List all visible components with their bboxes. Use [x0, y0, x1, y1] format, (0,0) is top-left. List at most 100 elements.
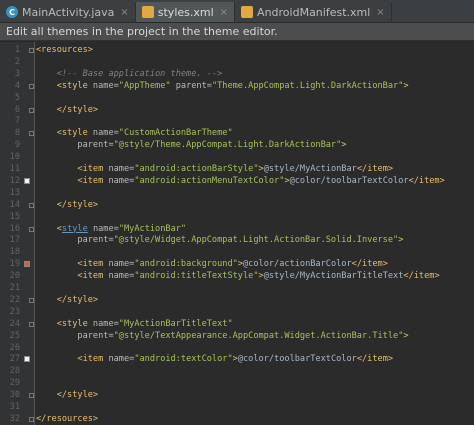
- code-token: <!-- Base application theme. -->: [56, 68, 223, 79]
- code-line[interactable]: <item name="android:titleTextStyle">@sty…: [36, 271, 439, 282]
- line-number: 6: [14, 104, 20, 115]
- code-token: </style>: [56, 390, 99, 401]
- line-number: 15: [9, 211, 20, 222]
- code-token: </style>: [56, 294, 99, 305]
- tab-1[interactable]: styles.xml ×: [135, 2, 236, 22]
- code-token[interactable]: style: [62, 224, 88, 234]
- code-token: </resources>: [36, 413, 99, 424]
- line-number: 21: [9, 283, 20, 293]
- xml-file-icon: [141, 6, 154, 18]
- code-line[interactable]: <style name="MyActionBarTitleText": [36, 319, 233, 330]
- fold-marker-icon[interactable]: [29, 83, 34, 89]
- code-line[interactable]: parent="@style/Widget.AppCompat.Light.Ac…: [36, 235, 403, 246]
- code-line[interactable]: <style name="MyActionBar": [36, 224, 186, 235]
- code-token: "CustomActionBarTheme": [118, 128, 233, 139]
- line-number: 11: [9, 164, 20, 174]
- code-token: "MyActionBarTitleText": [118, 318, 233, 329]
- line-number: 1: [14, 45, 20, 55]
- code-token: @color/actionBarColor: [243, 259, 352, 270]
- code-token: name=: [92, 80, 119, 91]
- code-line[interactable]: <style name="CustomActionBarTheme": [36, 128, 233, 139]
- code-line[interactable]: <item name="android:textColor">@color/to…: [36, 354, 393, 365]
- close-tab-icon[interactable]: ×: [376, 7, 384, 18]
- code-token: </style>: [56, 104, 99, 115]
- line-number: 12: [9, 175, 20, 186]
- java-class-icon: C: [6, 6, 18, 18]
- code-token: "android:textColor": [134, 354, 233, 365]
- color-swatch-icon[interactable]: [24, 356, 30, 363]
- code-line[interactable]: <!-- Base application theme. -->: [36, 68, 223, 80]
- line-number: 29: [9, 378, 20, 389]
- code-token: </item>: [351, 259, 388, 270]
- theme-editor-banner[interactable]: Edit all themes in the project in the th…: [0, 23, 474, 41]
- line-number: 16: [9, 223, 20, 234]
- code-line[interactable]: </style>: [36, 105, 98, 116]
- code-token: parent=: [77, 235, 114, 246]
- color-swatch-icon[interactable]: [24, 177, 30, 184]
- code-line[interactable]: <resources>: [36, 45, 93, 56]
- code-line[interactable]: <item name="android:background">@color/a…: [36, 259, 388, 270]
- code-line[interactable]: parent="@style/Theme.AppCompat.Light.Dar…: [36, 140, 346, 151]
- line-number: 14: [9, 199, 20, 210]
- code-token: name=: [108, 259, 135, 270]
- color-swatch-icon[interactable]: [24, 261, 30, 268]
- code-token: <item: [77, 164, 109, 174]
- code-line[interactable]: parent="@style/TextAppearance.AppCompat.…: [36, 330, 408, 342]
- code-token: <item: [77, 354, 109, 365]
- line-number: 17: [9, 235, 20, 246]
- fold-marker-icon[interactable]: [29, 202, 34, 208]
- code-token: "MyActionBar": [118, 223, 187, 234]
- fold-marker-icon[interactable]: [29, 226, 34, 232]
- code-token: <style: [56, 318, 93, 329]
- line-number: 28: [9, 366, 20, 377]
- code-line[interactable]: <style name="AppTheme" parent="Theme.App…: [36, 81, 409, 92]
- code-line[interactable]: <item name="android:actionBarStyle">@sty…: [36, 164, 393, 175]
- code-line[interactable]: </style>: [36, 200, 98, 211]
- code-area[interactable]: <resources> <!-- Base application theme.…: [36, 42, 474, 425]
- close-tab-icon[interactable]: ×: [220, 7, 228, 18]
- line-number-gutter: 1 2 3 4 5 6 7 8 9 10 11 12 13 14 15 16 17 18 19 20 21 22 23 24 2…: [0, 42, 35, 425]
- code-editor[interactable]: 1 2 3 4 5 6 7 8 9 10 11 12 13 14 15 16 17 18 19 20 21 22 23 24 2…: [0, 42, 474, 425]
- code-line[interactable]: </style>: [36, 295, 98, 306]
- manifest-file-icon: [241, 6, 254, 18]
- code-token: parent=: [77, 140, 114, 151]
- close-tab-icon[interactable]: ×: [120, 7, 128, 18]
- tab-2[interactable]: AndroidManifest.xml ×: [235, 2, 392, 22]
- fold-marker-icon[interactable]: [29, 321, 34, 327]
- code-token: name=: [108, 354, 135, 365]
- code-token: name=: [92, 318, 119, 329]
- code-token: <resources>: [36, 45, 93, 55]
- fold-marker-icon[interactable]: [29, 416, 34, 422]
- tab-label: AndroidManifest.xml: [257, 5, 371, 19]
- code-line[interactable]: </style>: [36, 390, 98, 401]
- tab-label: MainActivity.java: [22, 5, 115, 19]
- fold-marker-icon[interactable]: [29, 131, 34, 137]
- code-line[interactable]: <item name="android:actionMenuTextColor"…: [36, 176, 444, 187]
- fold-marker-icon[interactable]: [29, 297, 34, 303]
- fold-marker-icon[interactable]: [29, 107, 34, 113]
- code-token: <item: [77, 259, 109, 270]
- line-number: 32: [9, 413, 20, 424]
- code-line[interactable]: </resources>: [36, 414, 98, 425]
- code-token: parent=: [175, 80, 212, 91]
- editor-tab-bar: C MainActivity.java × styles.xml × AndroidMan…: [0, 0, 474, 23]
- code-token: parent=: [77, 330, 114, 341]
- code-token: @style/MyActionBar: [263, 164, 357, 174]
- banner-text: Edit all themes in the project in the th…: [6, 25, 278, 38]
- code-token: name=: [108, 164, 135, 174]
- fold-marker-icon[interactable]: [29, 48, 34, 53]
- code-token: "android:actionBarStyle": [134, 164, 259, 174]
- line-number: 24: [9, 318, 20, 329]
- tab-0[interactable]: C MainActivity.java ×: [0, 2, 136, 22]
- fold-marker-icon[interactable]: [29, 393, 34, 399]
- code-token: >: [398, 235, 404, 246]
